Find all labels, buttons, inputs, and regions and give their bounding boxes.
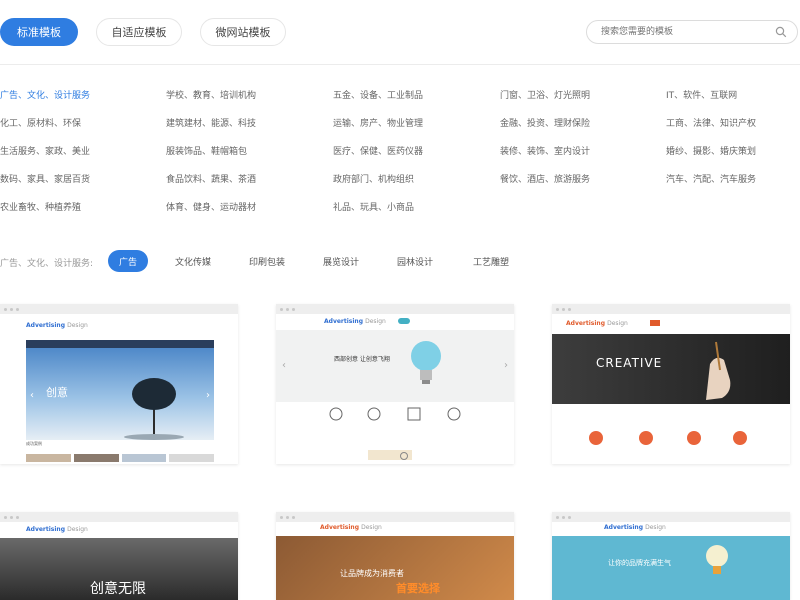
template-card[interactable]: Advertising Design 让你的品牌充满生气 (552, 512, 790, 600)
hero-text-highlight: 首要选择 (396, 582, 440, 595)
service-icons (589, 431, 747, 445)
category-item[interactable]: 婚纱、摄影、婚庆策划 (666, 144, 756, 157)
category-item[interactable]: 装修、装饰、室内设计 (500, 144, 590, 157)
category-item[interactable]: 政府部门、机构组织 (333, 172, 414, 185)
category-item[interactable]: 学校、教育、培训机构 (166, 88, 256, 101)
window-chrome (552, 512, 790, 522)
carousel-next-icon[interactable]: › (504, 360, 508, 371)
template-card[interactable]: Advertising Design 创意无限 (0, 512, 238, 600)
search-input[interactable] (599, 26, 773, 38)
category-item[interactable]: 礼品、玩具、小商品 (333, 200, 414, 213)
template-nav (26, 340, 214, 348)
category-item[interactable]: 服装饰品、鞋帽箱包 (166, 144, 247, 157)
thumbnail-strip (26, 454, 214, 462)
category-item[interactable]: 五金、设备、工业制品 (333, 88, 423, 101)
template-footer-text: 成功案例 (26, 441, 42, 446)
category-item[interactable]: 体育、健身、运动器材 (166, 200, 256, 213)
feature-icons (329, 407, 461, 421)
template-logo: Advertising Design (320, 524, 382, 531)
hero-text: 让品牌成为消费者 (340, 569, 404, 578)
template-logo: Advertising Design (26, 322, 88, 329)
subcategory-bar: 广告、文化、设计服务: 广告 文化传媒 印刷包装 展览设计 园林设计 工艺雕塑 (0, 250, 800, 274)
subcategory-chip[interactable]: 文化传媒 (168, 250, 218, 272)
search-box (586, 20, 798, 44)
category-item[interactable]: 门窗、卫浴、灯光照明 (500, 88, 590, 101)
category-item[interactable]: 金融、投资、理财保险 (500, 116, 590, 129)
subcategory-chip[interactable]: 工艺雕塑 (466, 250, 516, 272)
template-hero: 创意 ‹ › (26, 348, 214, 440)
carousel-prev-icon[interactable]: ‹ (30, 390, 34, 401)
template-card[interactable]: Advertising Design CREATIVE (552, 304, 790, 464)
hero-text: 让你的品牌充满生气 (608, 559, 671, 567)
template-card[interactable]: Advertising Design 西部创意 让创意飞翔 ‹ › (276, 304, 514, 464)
template-type-tabs: 标准模板 自适应模板 微网站模板 (0, 0, 800, 64)
hero-text: 西部创意 让创意飞翔 (334, 356, 390, 363)
category-item[interactable]: IT、软件、互联网 (666, 88, 737, 101)
tab-micro-site-templates[interactable]: 微网站模板 (200, 18, 286, 46)
carousel-prev-icon[interactable]: ‹ (282, 360, 286, 371)
template-hero: 让品牌成为消费者 首要选择 (276, 536, 514, 600)
subcategory-chip[interactable]: 广告 (108, 250, 148, 272)
template-nav (398, 318, 410, 324)
lightbulb-illustration (411, 341, 441, 384)
tab-responsive-templates[interactable]: 自适应模板 (96, 18, 182, 46)
template-nav (650, 320, 660, 326)
category-item[interactable]: 广告、文化、设计服务 (0, 88, 90, 101)
window-chrome (552, 304, 790, 314)
category-item[interactable]: 化工、原材料、环保 (0, 116, 81, 129)
window-chrome (0, 304, 238, 314)
hero-text: 创意 (46, 386, 68, 399)
category-item[interactable]: 汽车、汽配、汽车服务 (666, 172, 756, 185)
template-logo: Advertising Design (26, 526, 88, 533)
subcategory-chip[interactable]: 园林设计 (390, 250, 440, 272)
template-logo: Advertising Design (566, 320, 628, 327)
header-divider (0, 64, 800, 65)
hero-text: CREATIVE (596, 356, 663, 370)
template-logo: Advertising Design (324, 318, 386, 325)
template-card[interactable]: Advertising Design 创意 ‹ › 成功案例 (0, 304, 238, 464)
search-icon[interactable] (775, 26, 787, 38)
window-chrome (276, 304, 514, 314)
bulb-illustration (706, 545, 728, 574)
template-card[interactable]: Advertising Design 让品牌成为消费者 首要选择 (276, 512, 514, 600)
category-item[interactable]: 生活服务、家政、美业 (0, 144, 90, 157)
template-hero: 西部创意 让创意飞翔 ‹ › (276, 330, 514, 402)
category-item[interactable]: 餐饮、酒店、旅游服务 (500, 172, 590, 185)
subcategory-chip[interactable]: 印刷包装 (242, 250, 292, 272)
play-icon (400, 452, 408, 460)
hero-text: 创意无限 (90, 581, 146, 597)
category-item[interactable]: 建筑建材、能源、科技 (166, 116, 256, 129)
tab-standard-templates[interactable]: 标准模板 (0, 18, 78, 46)
carousel-next-icon[interactable]: › (206, 390, 210, 401)
category-item[interactable]: 农业畜牧、种植养殖 (0, 200, 81, 213)
category-item[interactable]: 医疗、保健、医药仪器 (333, 144, 423, 157)
subcategory-chip[interactable]: 展览设计 (316, 250, 366, 272)
template-hero: CREATIVE (552, 334, 790, 404)
category-item[interactable]: 运输、房产、物业管理 (333, 116, 423, 129)
template-hero: 让你的品牌充满生气 (552, 536, 790, 600)
window-chrome (0, 512, 238, 522)
category-item[interactable]: 工商、法律、知识产权 (666, 116, 756, 129)
subcategory-label: 广告、文化、设计服务: (0, 259, 94, 269)
category-item[interactable]: 数码、家具、家居百货 (0, 172, 90, 185)
hand-illustration (706, 341, 731, 400)
window-chrome (276, 512, 514, 522)
template-hero: 创意无限 (0, 538, 238, 600)
category-item[interactable]: 食品饮料、蔬果、茶酒 (166, 172, 256, 185)
template-logo: Advertising Design (604, 524, 666, 531)
